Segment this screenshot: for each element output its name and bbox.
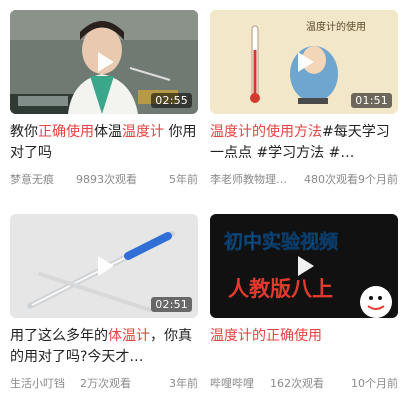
play-icon <box>298 52 314 72</box>
title-text: 用了这么多年的 <box>10 328 108 344</box>
video-thumbnail[interactable]: 02:55 <box>10 10 198 114</box>
play-icon <box>98 256 114 276</box>
video-meta: 生活小叮铛 2万次观看 3年前 <box>10 376 198 392</box>
video-duration: 01:51 <box>351 93 392 108</box>
title-highlight: 正确使用 <box>38 124 94 140</box>
video-views: 9893次观看 <box>76 173 137 186</box>
video-author[interactable]: 哔哩哔哩 <box>210 376 264 392</box>
video-title[interactable]: 用了这么多年的体温计，你真的用对了吗?今天才… <box>10 326 198 368</box>
play-icon <box>98 52 114 72</box>
video-card[interactable]: 初中实验视频 人教版八上 温度计的正确使用 哔哩哔哩 162次观看 10个月前 <box>210 214 398 392</box>
play-icon <box>298 256 314 276</box>
video-thumbnail[interactable]: 温度计的使用 01:51 <box>210 10 398 114</box>
video-age: 9个月前 <box>358 173 398 186</box>
video-views: 162次观看 <box>270 377 324 390</box>
video-meta: 梦意无痕 9893次观看 5年前 <box>10 172 198 188</box>
video-thumbnail[interactable]: 初中实验视频 人教版八上 <box>210 214 398 318</box>
video-age: 10个月前 <box>351 377 398 390</box>
title-text: 体温 <box>94 124 122 140</box>
title-highlight: 温度计的正确使用 <box>210 328 322 344</box>
video-title[interactable]: 温度计的使用方法#每天学习一点点 #学习方法 #… <box>210 122 398 164</box>
video-duration: 02:55 <box>151 93 192 108</box>
video-card[interactable]: 02:51 用了这么多年的体温计，你真的用对了吗?今天才… 生活小叮铛 2万次观… <box>10 214 198 392</box>
video-meta: 哔哩哔哩 162次观看 10个月前 <box>210 376 398 392</box>
title-highlight: 温度计 <box>122 124 164 140</box>
thumb-caption: 初中实验视频 <box>224 230 338 253</box>
title-highlight: 体温计 <box>108 328 150 344</box>
video-views: 2万次观看 <box>80 377 131 390</box>
title-text: 教你 <box>10 124 38 140</box>
video-age: 5年前 <box>169 173 198 186</box>
video-views: 480次观看 <box>304 173 358 186</box>
video-author[interactable]: 生活小叮铛 <box>10 376 74 392</box>
video-title[interactable]: 教你正确使用体温温度计 你用对了吗 <box>10 122 198 164</box>
thumb-caption: 温度计的使用 <box>306 20 366 33</box>
video-thumbnail[interactable]: 02:51 <box>10 214 198 318</box>
title-highlight: 温度计的使用方法 <box>210 124 322 140</box>
video-card[interactable]: 温度计的使用 01:51 温度计的使用方法#每天学习一点点 #学习方法 #… 李… <box>210 10 398 188</box>
video-author[interactable]: 梦意无痕 <box>10 172 70 188</box>
video-author[interactable]: 李老师教物理… <box>210 172 298 188</box>
video-title[interactable]: 温度计的正确使用 <box>210 326 398 368</box>
video-duration: 02:51 <box>151 297 192 312</box>
video-age: 3年前 <box>169 377 198 390</box>
video-meta: 李老师教物理… 480次观看 9个月前 <box>210 172 398 188</box>
video-card[interactable]: 02:55 教你正确使用体温温度计 你用对了吗 梦意无痕 9893次观看 5年前 <box>10 10 198 188</box>
